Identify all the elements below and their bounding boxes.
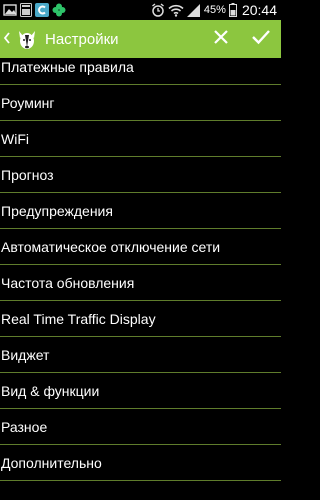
chevron-left-icon[interactable] [3, 31, 12, 47]
notification-icons [0, 3, 66, 17]
list-item-warnings[interactable]: Предупреждения [0, 193, 281, 229]
list-item-wifi[interactable]: WiFi [0, 121, 281, 157]
list-item-label: Роуминг [1, 94, 55, 111]
list-item-label: Автоматическое отключение сети [1, 238, 221, 255]
list-item-additional[interactable]: Дополнительно [0, 445, 281, 481]
page-title: Настройки [45, 30, 119, 48]
app-c-icon [35, 3, 49, 17]
list-item-label: Дополнительно [1, 454, 102, 471]
system-icons: 45% 20:44 [151, 2, 281, 18]
list-item-forecast[interactable]: Прогноз [0, 157, 281, 193]
list-item-label: Частота обновления [1, 274, 135, 291]
battery-icon [228, 3, 237, 17]
list-item-misc[interactable]: Разное [0, 409, 281, 445]
list-item-roaming[interactable]: Роуминг [0, 85, 281, 121]
battery-percent: 45% [203, 4, 226, 16]
dog-logo-icon[interactable] [14, 26, 40, 52]
beta-badge-icon [20, 3, 32, 17]
settings-list[interactable]: Платежные правила Роуминг WiFi Прогноз П… [0, 58, 281, 500]
list-item-label: Разное [1, 418, 48, 435]
signal-icon [186, 3, 201, 17]
alarm-icon [151, 3, 165, 17]
list-item-update-frequency[interactable]: Частота обновления [0, 265, 281, 301]
wifi-icon [168, 4, 184, 17]
checkmark-icon [251, 29, 271, 50]
action-bar: Настройки [0, 20, 281, 58]
clock: 20:44 [241, 2, 277, 18]
confirm-button[interactable] [241, 20, 281, 58]
list-item-label: Прогноз [1, 166, 54, 183]
list-item-label: WiFi [1, 130, 29, 147]
list-item-widget[interactable]: Виджет [0, 337, 281, 373]
close-icon [213, 29, 229, 50]
list-item-auto-disconnect[interactable]: Автоматическое отключение сети [0, 229, 281, 265]
picture-icon [3, 4, 17, 16]
list-item-label: Вид & функции [1, 382, 100, 399]
status-bar: 45% 20:44 [0, 0, 281, 20]
list-item-label: Платежные правила [1, 58, 134, 75]
list-item-label: Виджет [1, 346, 50, 363]
clover-icon [52, 3, 66, 17]
list-item-view-functions[interactable]: Вид & функции [0, 373, 281, 409]
list-item-payment-rules[interactable]: Платежные правила [0, 58, 281, 85]
cancel-button[interactable] [201, 20, 241, 58]
list-item-label: Real Time Traffic Display [1, 310, 156, 327]
list-item-realtime-traffic[interactable]: Real Time Traffic Display [0, 301, 281, 337]
list-item-label: Предупреждения [1, 202, 113, 219]
